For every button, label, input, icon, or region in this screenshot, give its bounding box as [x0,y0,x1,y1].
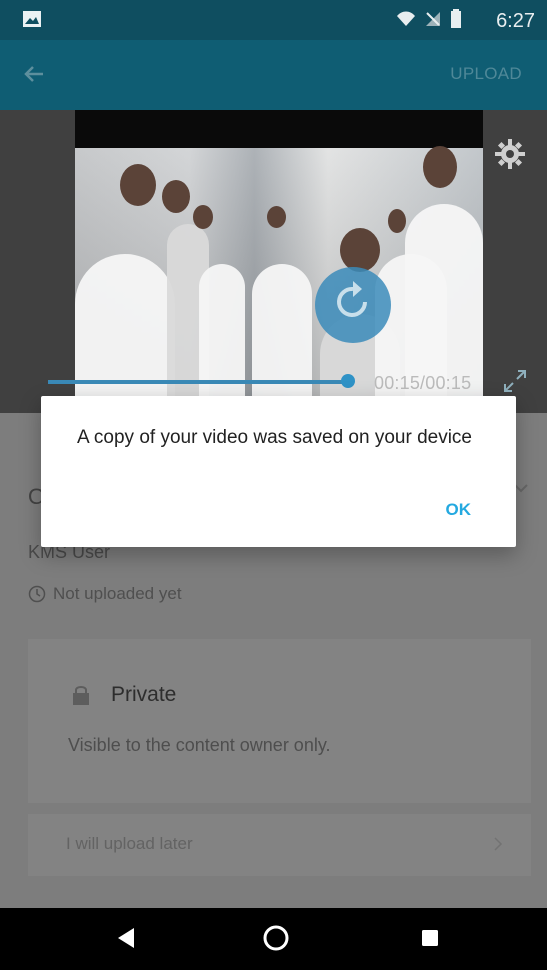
video-frame [75,110,483,413]
video-time-readout: 00:15/00:15 [374,373,472,393]
status-icons [396,9,462,29]
wifi-icon [397,11,415,26]
seek-bar[interactable] [48,374,355,388]
video-person-head [388,209,406,233]
privacy-description: Visible to the content owner only. [68,735,331,755]
gallery-icon [23,11,41,27]
clock-icon [28,585,46,603]
video-person-head [423,146,457,188]
video-person-head [193,205,213,229]
video-person-head [267,206,286,228]
video-person-head [162,180,190,213]
lock-icon [73,686,89,705]
nav-recents-icon[interactable] [420,928,440,948]
status-time: 6:27 [496,10,535,32]
video-person [75,254,175,413]
seek-thumb[interactable] [341,374,355,388]
signal-icon [426,12,440,26]
app-bar: UPLOAD [0,40,547,110]
gear-icon[interactable] [495,139,525,169]
status-bar: 6:27 [0,0,547,40]
upload-status-label: Not uploaded yet [53,584,182,603]
upload-button[interactable]: UPLOAD [450,64,522,84]
fullscreen-icon[interactable] [501,367,529,395]
video-player: 00:15/00:15 [0,110,547,413]
dialog-message: A copy of your video was saved on your d… [77,427,473,448]
video-person [199,264,245,413]
nav-back-icon[interactable] [114,926,136,950]
dialog-ok-button[interactable]: OK [446,500,472,520]
video-person-head [340,228,380,272]
chevron-right-icon [494,837,503,851]
video-person-head [120,164,156,206]
replay-icon [337,281,367,317]
seek-progress [48,380,348,384]
upload-later-label: I will upload later [66,834,193,853]
nav-home-icon[interactable] [262,924,290,952]
privacy-row: Private [71,683,176,707]
system-navigation-bar [0,908,547,970]
battery-icon [451,9,461,28]
video-person [252,264,312,413]
save-confirmation-dialog: A copy of your video was saved on your d… [41,396,516,547]
replay-button[interactable] [315,267,391,343]
back-arrow-icon[interactable] [20,60,48,88]
privacy-option-card[interactable]: Private Visible to the content owner onl… [28,639,531,803]
privacy-title: Private [111,683,177,706]
upload-status: Not uploaded yet [28,584,182,604]
upload-later-option[interactable]: I will upload later [28,814,531,876]
